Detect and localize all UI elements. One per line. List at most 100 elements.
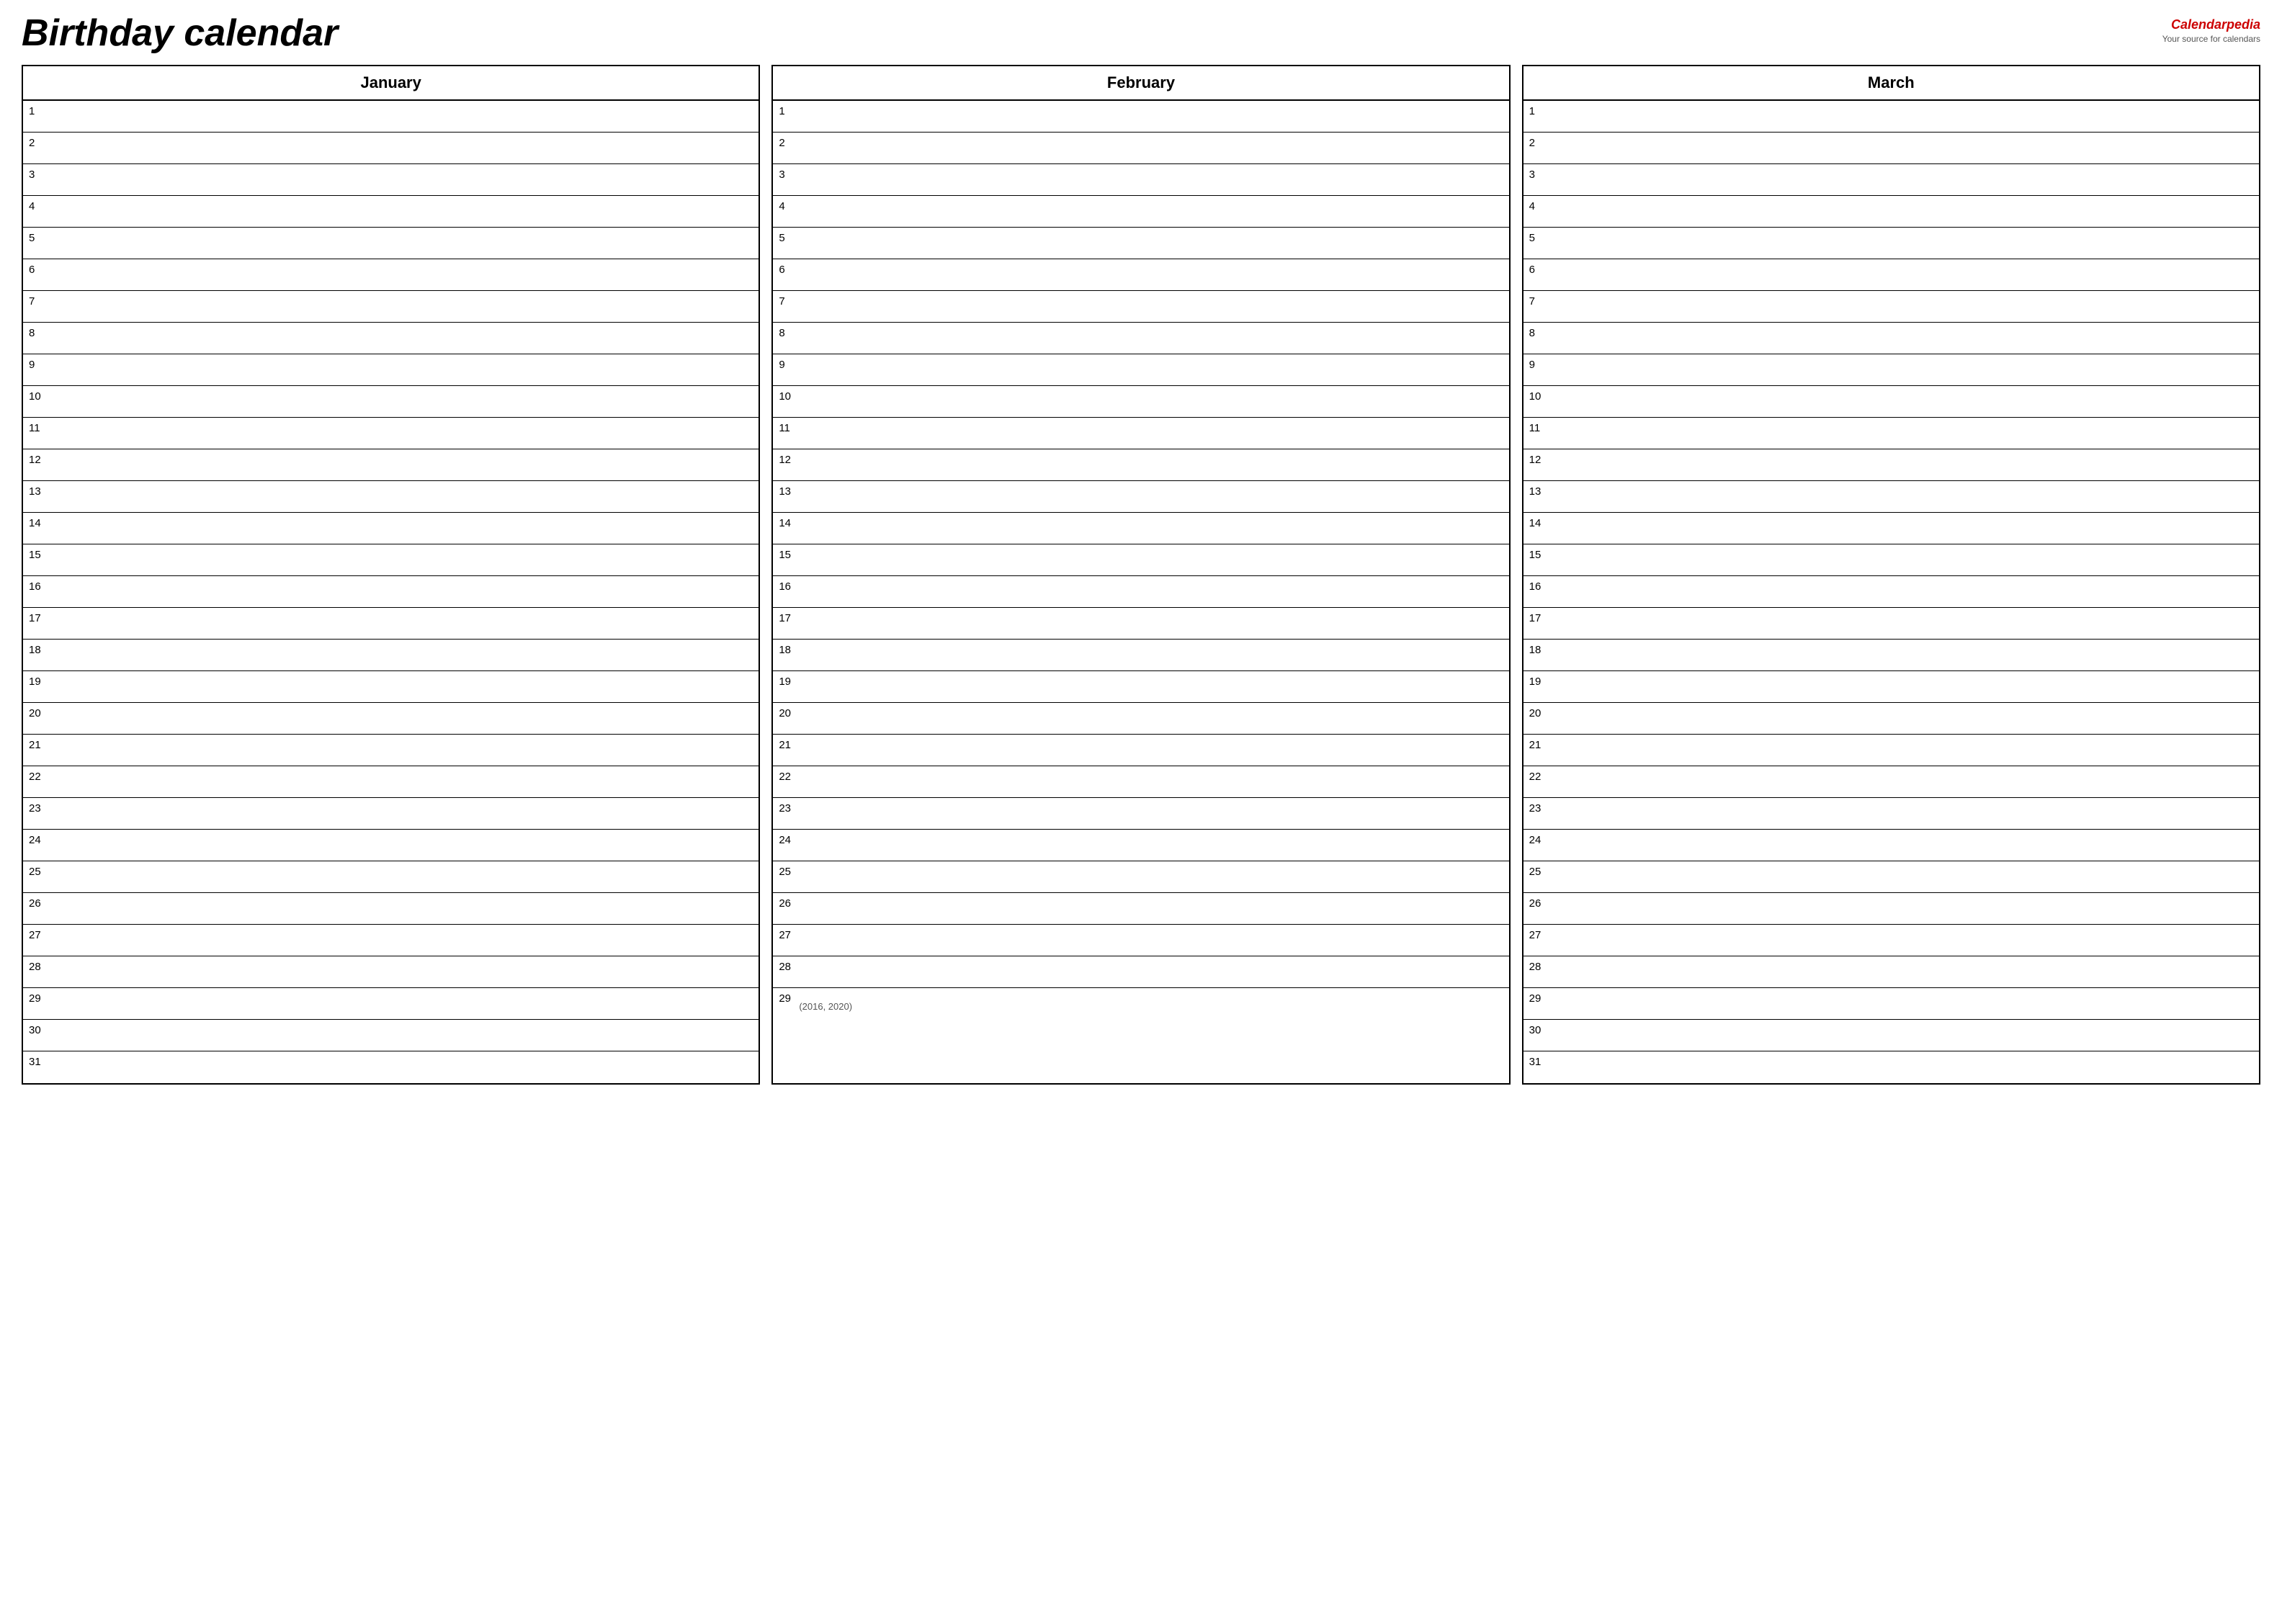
day-row: 9 (1523, 354, 2259, 386)
day-number: 26 (1523, 893, 1549, 912)
day-row: 21 (23, 735, 759, 766)
day-row: 17 (23, 608, 759, 640)
day-row: 29(2016, 2020) (773, 988, 1508, 1020)
day-row: 15 (1523, 544, 2259, 576)
day-number: 14 (1523, 513, 1549, 532)
day-row: 17 (1523, 608, 2259, 640)
day-row: 22 (23, 766, 759, 798)
day-number: 7 (1523, 291, 1549, 310)
day-number: 14 (23, 513, 49, 532)
day-row: 3 (23, 164, 759, 196)
day-number: 5 (773, 228, 799, 247)
day-row: 10 (1523, 386, 2259, 418)
day-number: 2 (773, 133, 799, 152)
day-row: 11 (23, 418, 759, 449)
day-row: 13 (23, 481, 759, 513)
day-row: 4 (1523, 196, 2259, 228)
day-number: 20 (773, 703, 799, 722)
day-number: 11 (773, 418, 799, 437)
day-number: 9 (773, 354, 799, 374)
month-calendar-february: February12345678910111213141516171819202… (771, 65, 1510, 1085)
day-number: 28 (23, 956, 49, 976)
day-number: 9 (23, 354, 49, 374)
day-number: 13 (1523, 481, 1549, 501)
day-number: 24 (1523, 830, 1549, 849)
day-number: 5 (23, 228, 49, 247)
day-number: 8 (773, 323, 799, 342)
day-number: 5 (1523, 228, 1549, 247)
day-row: 24 (773, 830, 1508, 861)
day-row: 8 (1523, 323, 2259, 354)
day-row: 7 (773, 291, 1508, 323)
day-number: 4 (23, 196, 49, 215)
month-header-january: January (23, 66, 759, 101)
day-row: 11 (773, 418, 1508, 449)
day-row: 4 (23, 196, 759, 228)
day-row: 20 (773, 703, 1508, 735)
day-row: 30 (1523, 1020, 2259, 1051)
day-row: 28 (1523, 956, 2259, 988)
day-number: 19 (773, 671, 799, 691)
month-header-march: March (1523, 66, 2259, 101)
day-number: 29 (773, 988, 799, 1008)
day-row: 13 (773, 481, 1508, 513)
day-row: 10 (23, 386, 759, 418)
day-row: 14 (23, 513, 759, 544)
day-number: 1 (1523, 101, 1549, 120)
day-row: 29 (1523, 988, 2259, 1020)
day-row: 4 (773, 196, 1508, 228)
day-number: 21 (23, 735, 49, 754)
day-number: 13 (773, 481, 799, 501)
day-note: (2016, 2020) (799, 997, 852, 1012)
day-number: 24 (23, 830, 49, 849)
page-header: Birthday calendar Calendarpedia Your sou… (22, 14, 2260, 52)
day-number: 22 (23, 766, 49, 786)
day-number: 28 (1523, 956, 1549, 976)
day-number: 22 (773, 766, 799, 786)
day-row: 19 (23, 671, 759, 703)
day-row: 15 (773, 544, 1508, 576)
day-row: 19 (773, 671, 1508, 703)
day-row: 16 (1523, 576, 2259, 608)
day-number: 16 (23, 576, 49, 596)
day-number: 18 (23, 640, 49, 659)
day-number: 6 (23, 259, 49, 279)
day-number: 18 (773, 640, 799, 659)
day-row: 1 (1523, 101, 2259, 133)
day-row: 11 (1523, 418, 2259, 449)
day-number: 12 (1523, 449, 1549, 469)
day-row: 25 (773, 861, 1508, 893)
day-row: 28 (773, 956, 1508, 988)
day-number: 2 (23, 133, 49, 152)
day-number: 10 (23, 386, 49, 405)
day-number: 21 (773, 735, 799, 754)
day-number: 21 (1523, 735, 1549, 754)
day-number: 26 (773, 893, 799, 912)
day-row: 26 (23, 893, 759, 925)
day-row: 9 (773, 354, 1508, 386)
page-title: Birthday calendar (22, 14, 338, 52)
day-number: 22 (1523, 766, 1549, 786)
day-row: 21 (1523, 735, 2259, 766)
day-number: 30 (1523, 1020, 1549, 1039)
day-row: 18 (773, 640, 1508, 671)
day-number: 15 (773, 544, 799, 564)
day-row: 26 (1523, 893, 2259, 925)
day-row: 1 (23, 101, 759, 133)
day-number: 15 (1523, 544, 1549, 564)
day-row: 14 (1523, 513, 2259, 544)
day-row: 27 (1523, 925, 2259, 956)
day-number: 7 (773, 291, 799, 310)
day-number: 17 (1523, 608, 1549, 627)
day-row: 1 (773, 101, 1508, 133)
day-row: 27 (773, 925, 1508, 956)
day-number: 10 (773, 386, 799, 405)
day-number: 23 (1523, 798, 1549, 817)
day-row: 13 (1523, 481, 2259, 513)
day-number: 26 (23, 893, 49, 912)
day-row: 25 (23, 861, 759, 893)
day-number: 29 (23, 988, 49, 1008)
day-row: 26 (773, 893, 1508, 925)
day-row: 9 (23, 354, 759, 386)
day-row: 30 (23, 1020, 759, 1051)
